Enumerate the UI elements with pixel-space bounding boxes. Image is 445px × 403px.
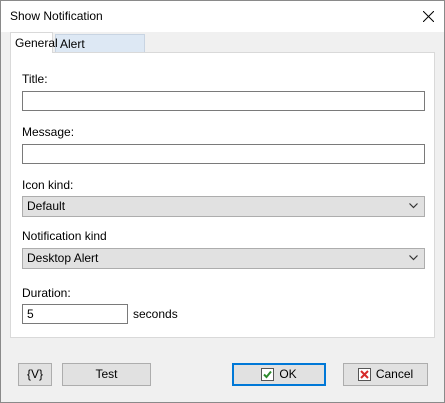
- cancel-button[interactable]: Cancel: [343, 363, 428, 386]
- notification-kind-dropdown[interactable]: Desktop Alert: [22, 248, 425, 269]
- variables-button[interactable]: {V}: [18, 363, 52, 386]
- icon-kind-label: Icon kind:: [22, 178, 74, 192]
- ok-label: OK: [279, 367, 297, 381]
- title-input[interactable]: [22, 91, 425, 111]
- message-input[interactable]: [22, 144, 425, 164]
- dialog-window: Show Notification General Alert Paramete…: [0, 0, 445, 403]
- icon-kind-value: Default: [27, 199, 66, 213]
- checkmark-icon: [261, 368, 275, 381]
- duration-unit: seconds: [133, 307, 178, 321]
- notification-kind-label: Notification kind: [22, 229, 107, 243]
- tab-alert-parameters[interactable]: Alert Parameters: [55, 34, 145, 69]
- tab-general[interactable]: General: [10, 32, 58, 53]
- message-label: Message:: [22, 125, 75, 139]
- cancel-label: Cancel: [375, 367, 414, 381]
- chevron-down-icon: [409, 203, 418, 209]
- close-icon: [423, 11, 434, 22]
- title-bar: Show Notification: [1, 1, 444, 32]
- title-label: Title:: [22, 72, 48, 86]
- test-button[interactable]: Test: [62, 363, 151, 386]
- chevron-down-icon: [409, 255, 418, 261]
- cancel-x-icon: [357, 368, 371, 381]
- window-title: Show Notification: [10, 9, 103, 23]
- general-tab-panel: Title: Message: Icon kind: Default Notif…: [10, 52, 435, 338]
- ok-button[interactable]: OK: [232, 363, 326, 386]
- icon-kind-dropdown[interactable]: Default: [22, 196, 425, 217]
- duration-label: Duration:: [22, 286, 71, 300]
- duration-input[interactable]: [22, 304, 128, 324]
- notification-kind-value: Desktop Alert: [27, 251, 99, 265]
- close-button[interactable]: [413, 1, 444, 32]
